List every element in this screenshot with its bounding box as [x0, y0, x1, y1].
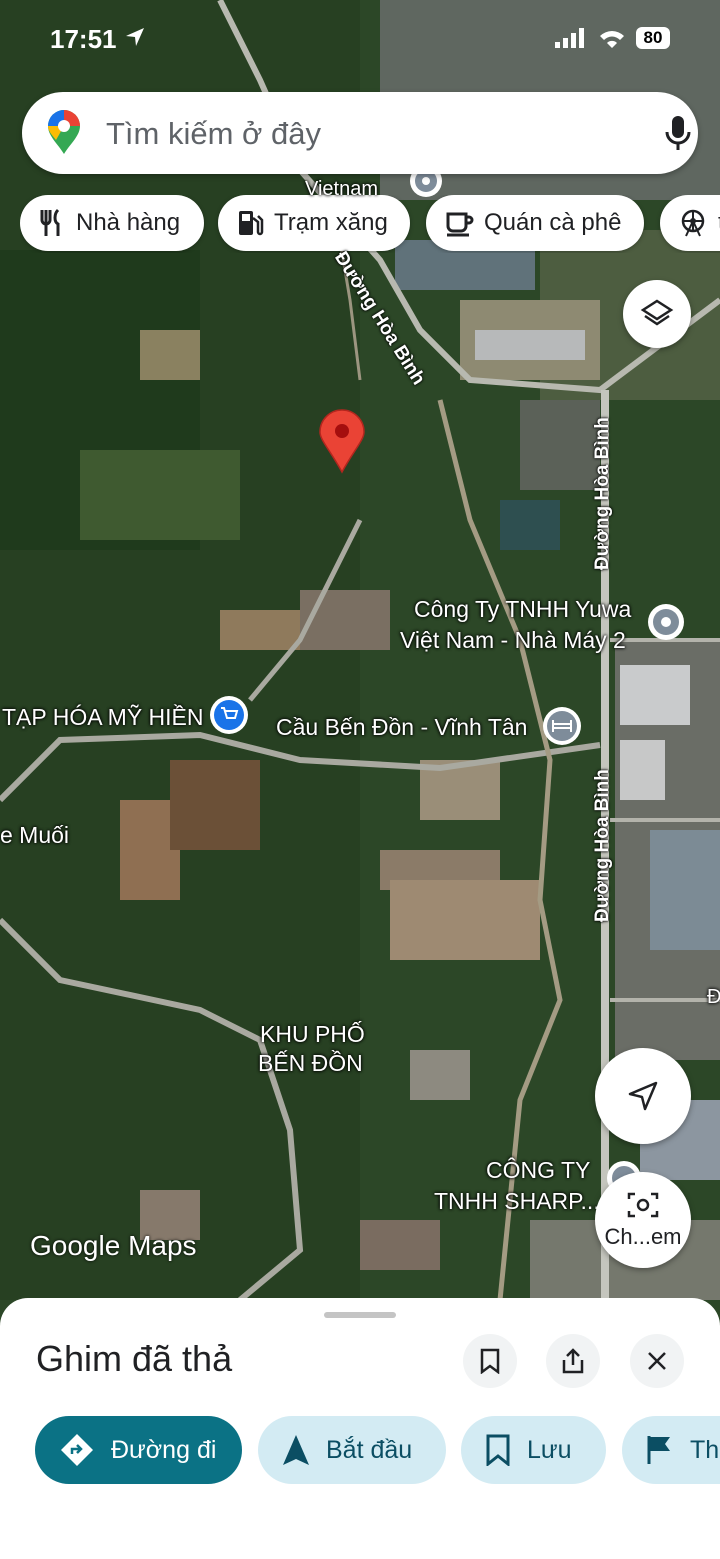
- chip-label: Trạm xăng: [274, 209, 388, 236]
- map-label-cau-ben-don[interactable]: Cầu Bến Đồn - Vĩnh Tân: [276, 714, 527, 741]
- map-label-e-muoi: e Muối: [0, 822, 70, 848]
- chip-label: Nhà hàng: [76, 209, 181, 236]
- flag-icon: [647, 1436, 670, 1464]
- signal-icon: [555, 28, 584, 48]
- map-label-vietnam: Vietnam: [305, 178, 379, 200]
- microphone-icon[interactable]: [658, 110, 698, 156]
- close-icon: [648, 1352, 666, 1370]
- wifi-icon: [600, 31, 624, 48]
- chip-coffee[interactable]: Quán cà phê: [426, 195, 644, 251]
- search-bar[interactable]: [22, 92, 698, 174]
- camera-search-button[interactable]: Ch...em: [595, 1172, 691, 1268]
- chip-label: Quán cà phê: [484, 209, 622, 236]
- poi-marker-yuwa: [648, 604, 684, 640]
- google-maps-logo-icon: [48, 110, 80, 154]
- action-buttons-row: Đường đi Bắt đầu Lưu Th: [0, 1416, 720, 1486]
- chip-attractions[interactable]: t: [660, 195, 720, 251]
- fork-knife-icon: [40, 208, 60, 236]
- coffee-cup-icon: [446, 212, 474, 237]
- share-button[interactable]: [546, 1334, 600, 1388]
- start-label: Bắt đầu: [326, 1435, 413, 1464]
- map-label-khu-pho-line2: BẾN ĐỒN: [258, 1050, 363, 1076]
- road-label-hoa-binh-2: Đường Hòa Bình: [592, 417, 613, 570]
- layers-button[interactable]: [623, 280, 691, 348]
- map-label-taphoa[interactable]: TẠP HÓA MỸ HIỀN: [2, 704, 204, 731]
- battery-indicator: 80: [636, 27, 670, 49]
- bookmark-icon: [486, 1434, 510, 1466]
- search-input[interactable]: [104, 110, 628, 158]
- map-label-edge: Đ: [707, 986, 720, 1008]
- sheet-title: Ghim đã thả: [36, 1338, 233, 1379]
- map-label-yuwa-line2[interactable]: Việt Nam - Nhà Máy 2: [400, 627, 626, 654]
- navigation-arrow-icon: [283, 1435, 309, 1465]
- drag-handle[interactable]: [324, 1312, 396, 1318]
- bookmark-outline-icon: [480, 1348, 500, 1374]
- share-icon: [562, 1348, 584, 1374]
- camera-lens-icon: [627, 1192, 659, 1218]
- label-label: Th: [690, 1435, 720, 1464]
- save-bookmark-button[interactable]: [463, 1334, 517, 1388]
- directions-label: Đường đi: [111, 1435, 217, 1464]
- poi-marker-bridge: [543, 707, 581, 745]
- my-location-button[interactable]: [595, 1048, 691, 1144]
- save-label: Lưu: [527, 1435, 572, 1464]
- close-button[interactable]: [630, 1334, 684, 1388]
- google-maps-watermark: Google Maps: [30, 1230, 197, 1261]
- directions-button[interactable]: Đường đi: [35, 1416, 242, 1484]
- camera-button-label: Ch...em: [604, 1224, 682, 1249]
- location-arrow-icon: [126, 28, 144, 46]
- gas-station-icon: [239, 211, 264, 236]
- status-time: 17:51: [50, 24, 117, 54]
- directions-icon: [61, 1434, 93, 1466]
- poi-marker-shopping: [210, 696, 248, 734]
- save-button[interactable]: Lưu: [461, 1416, 606, 1484]
- bottom-sheet: Ghim đã thả Đường đi Bắt đầu Lưu Th: [0, 1298, 720, 1559]
- chip-restaurants[interactable]: Nhà hàng: [20, 195, 204, 251]
- status-bar: 17:51 80: [0, 0, 720, 80]
- map-label-yuwa-line1[interactable]: Công Ty TNHH Yuwa: [414, 596, 631, 623]
- ferris-wheel-icon: [681, 209, 705, 237]
- road-label-hoa-binh-3: Đường Hòa Bình: [592, 769, 613, 922]
- map-label-sharp-line2[interactable]: TNHH SHARP...: [434, 1188, 600, 1215]
- map-label-khu-pho-line1: KHU PHỐ: [260, 1021, 365, 1047]
- map-label-sharp-line1[interactable]: CÔNG TY: [486, 1157, 590, 1184]
- category-chips: Nhà hàng Trạm xăng Quán cà phê t: [20, 195, 720, 253]
- start-button[interactable]: Bắt đầu: [258, 1416, 446, 1484]
- navigation-arrow-outline-icon: [628, 1081, 658, 1111]
- label-button[interactable]: Th: [622, 1416, 720, 1484]
- chip-gas-stations[interactable]: Trạm xăng: [218, 195, 410, 251]
- layers-icon: [640, 299, 674, 326]
